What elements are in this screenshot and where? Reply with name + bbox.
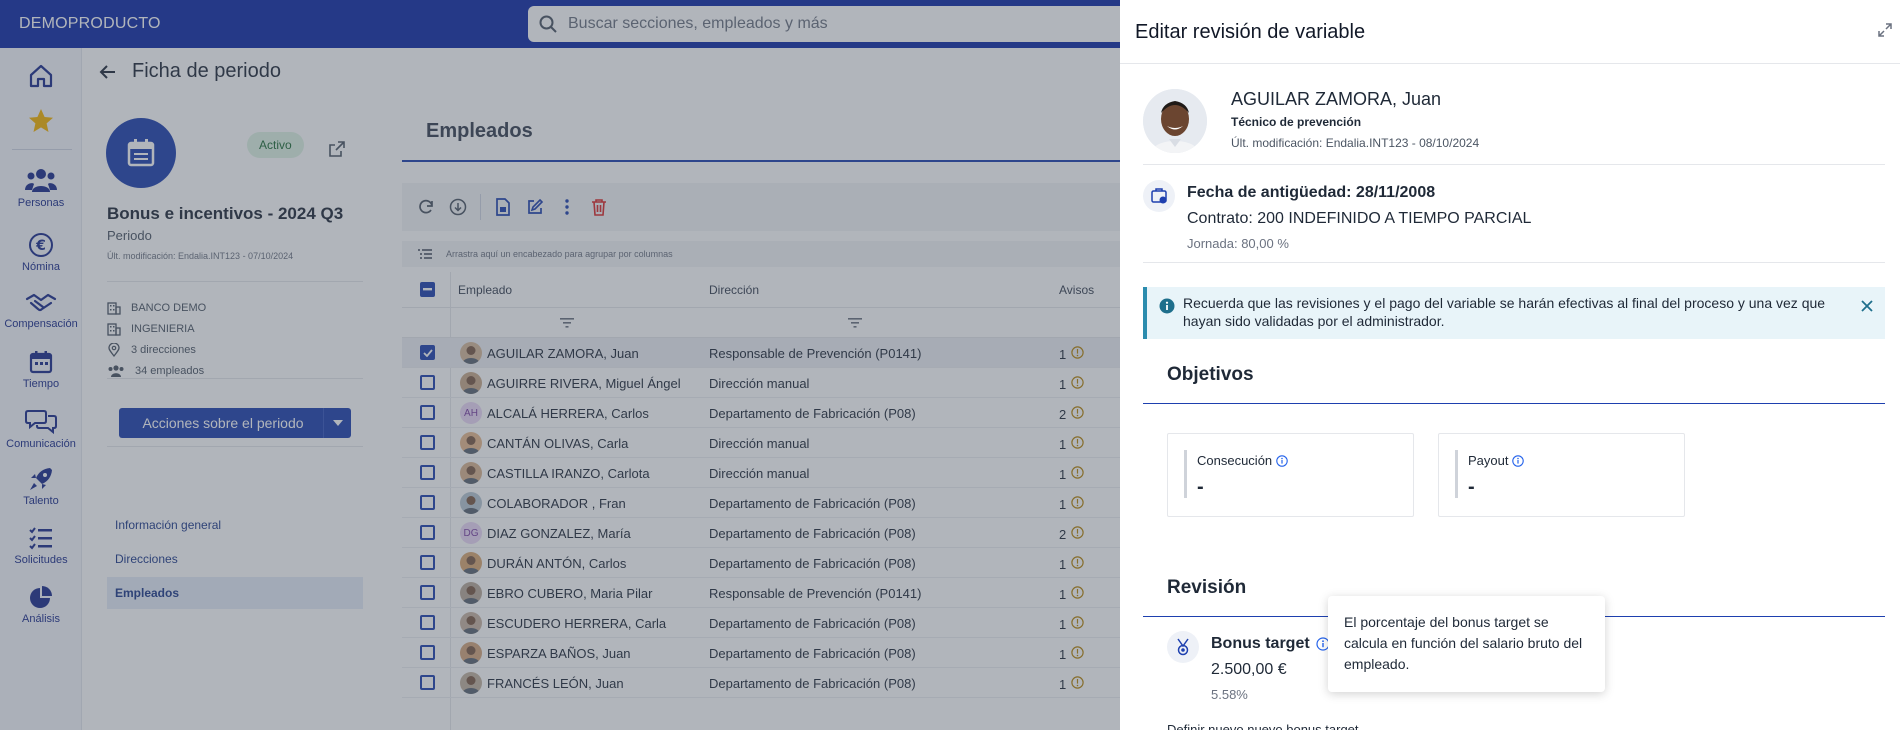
edit-variable-drawer: Editar revisión de variable AGUILAR ZAMO… bbox=[1120, 0, 1900, 730]
payout-label-text: Payout bbox=[1468, 453, 1509, 468]
bonus-target-label-text: Bonus target bbox=[1211, 635, 1310, 652]
card-accent bbox=[1455, 450, 1458, 498]
modal-backdrop[interactable] bbox=[0, 0, 1120, 730]
employee-last-modified: Últ. modificación: Endalia.INT123 - 08/1… bbox=[1231, 136, 1480, 150]
payout-value: - bbox=[1468, 476, 1475, 498]
payout-label: Payout bbox=[1468, 453, 1525, 468]
divider bbox=[1143, 262, 1885, 263]
card-accent bbox=[1184, 450, 1187, 498]
drawer-title: Editar revisión de variable bbox=[1135, 21, 1366, 43]
contract-type: Contrato: 200 INDEFINIDO A TIEMPO PARCIA… bbox=[1187, 210, 1532, 227]
payout-card: Payout - bbox=[1438, 433, 1685, 517]
work-schedule: Jornada: 80,00 % bbox=[1187, 236, 1289, 251]
info-icon bbox=[1159, 298, 1175, 314]
expand-icon[interactable] bbox=[1877, 22, 1893, 38]
consecucion-label: Consecución bbox=[1197, 453, 1288, 468]
medal-icon bbox=[1167, 631, 1199, 663]
objectives-title: Objetivos bbox=[1167, 364, 1254, 385]
seniority-date: Fecha de antigüedad: 28/11/2008 bbox=[1187, 184, 1436, 201]
bonus-target-percent: 5.58% bbox=[1211, 687, 1248, 702]
alert-text: Recuerda que las revisiones y el pago de… bbox=[1183, 295, 1826, 329]
employee-role: Técnico de prevención bbox=[1231, 115, 1362, 129]
define-new-bonus-link[interactable]: Definir nuevo nuevo bonus target bbox=[1167, 722, 1359, 730]
consecucion-label-text: Consecución bbox=[1197, 453, 1273, 468]
bonus-target-value: 2.500,00 € bbox=[1211, 661, 1287, 678]
info-icon[interactable] bbox=[1512, 454, 1525, 467]
divider bbox=[1143, 164, 1885, 165]
employee-photo bbox=[1143, 89, 1207, 153]
info-alert: Recuerda que las revisiones y el pago de… bbox=[1143, 287, 1885, 339]
contract-icon bbox=[1143, 180, 1175, 212]
bonus-target-label: Bonus target bbox=[1211, 635, 1330, 653]
drawer-header: Editar revisión de variable bbox=[1120, 0, 1900, 64]
employee-name: AGUILAR ZAMORA, Juan bbox=[1231, 89, 1442, 109]
revision-title: Revisión bbox=[1167, 577, 1247, 598]
objectives-underline bbox=[1143, 403, 1885, 404]
consecucion-card: Consecución - bbox=[1167, 433, 1414, 517]
close-icon[interactable] bbox=[1861, 300, 1873, 312]
bonus-target-tooltip: El porcentaje del bonus target se calcul… bbox=[1328, 596, 1605, 692]
consecucion-value: - bbox=[1197, 476, 1204, 498]
info-icon[interactable] bbox=[1276, 454, 1288, 467]
